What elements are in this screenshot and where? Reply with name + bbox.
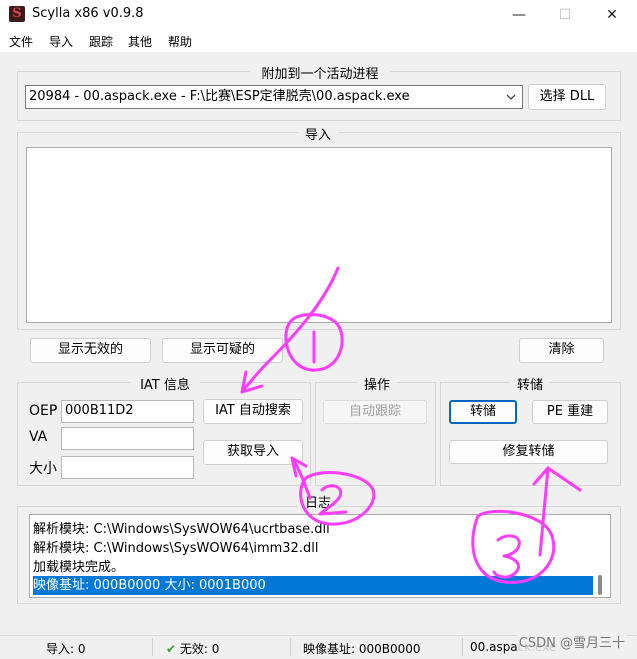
annotation-digit-3 [492,534,521,579]
annotation-arrow-1 [240,266,340,394]
handwritten-annotations [240,266,582,584]
annotation-digit-2 [318,484,348,516]
annotation-arrow-3-head [532,466,582,492]
annotation-arrow-3 [538,466,550,557]
